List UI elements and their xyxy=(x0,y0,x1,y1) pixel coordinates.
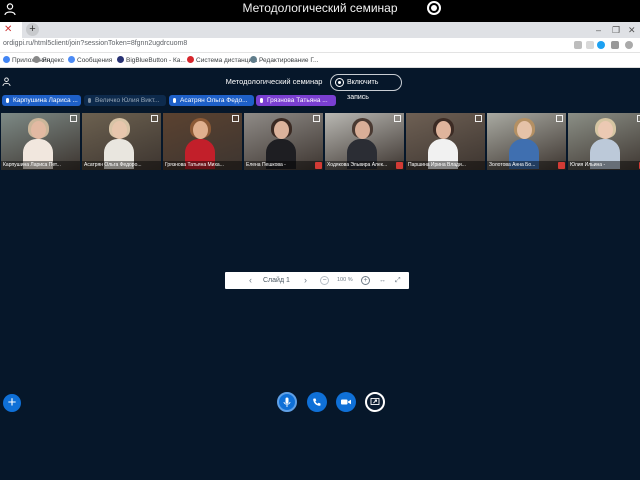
extensions-icon[interactable] xyxy=(611,41,619,49)
webcam-name-label: Ходякова Эльвира Алек... xyxy=(325,161,404,170)
participant-figure xyxy=(266,118,296,169)
presentation-toolbar: ‹ Слайд 1 › − 100 % + ↔ ⤢ xyxy=(225,272,409,289)
radio-record-icon[interactable] xyxy=(427,1,441,15)
close-icon[interactable]: ✕ xyxy=(4,24,12,35)
key-icon[interactable] xyxy=(574,41,582,49)
maximize-icon[interactable]: ❐ xyxy=(612,25,620,36)
screen-share-button[interactable] xyxy=(365,392,385,412)
webcam-name-label: Елена Пешкова - xyxy=(244,161,323,170)
browser-tab-strip: ✕ + – ❐ ✕ xyxy=(0,22,640,38)
fullscreen-icon[interactable] xyxy=(394,115,401,122)
screen-share-icon xyxy=(370,398,380,405)
meeting-app: Методологический семинар Включить запись… xyxy=(0,68,640,480)
talker-badge[interactable]: Величко Юлия Викт... xyxy=(84,95,166,106)
fullscreen-icon[interactable] xyxy=(475,115,482,122)
bookmark-icon xyxy=(33,56,40,63)
bookmark-item[interactable]: BigBlueButton - Ка... xyxy=(117,56,186,64)
participant-figure xyxy=(104,118,134,169)
fit-width-icon[interactable]: ↔ xyxy=(379,275,386,286)
fullscreen-icon[interactable]: ⤢ xyxy=(395,275,401,286)
bookmark-icon xyxy=(3,56,10,63)
record-icon xyxy=(335,78,344,87)
bookmarks-bar: Приложения Яндекс Сообщения BigBlueButto… xyxy=(0,53,640,68)
fullscreen-icon[interactable] xyxy=(70,115,77,122)
minimize-icon[interactable]: – xyxy=(596,25,601,35)
bookmark-icon xyxy=(68,56,75,63)
address-bar[interactable]: ordigpi.ru/html5client/join?sessionToken… xyxy=(0,38,640,53)
webcam-name-label: Асатрян Ольга Федоро... xyxy=(82,161,161,170)
bookmark-item[interactable]: Яндекс xyxy=(33,56,64,64)
microphone-button[interactable] xyxy=(277,392,297,412)
bookmark-item[interactable]: Редактирование Г... xyxy=(250,56,318,64)
microphone-icon xyxy=(260,98,263,103)
participant-figure xyxy=(185,118,215,169)
bookmark-item[interactable]: Система дистанци... xyxy=(187,56,258,64)
webcam-tile[interactable]: Юлия Ильина - xyxy=(568,113,640,170)
browser-tab[interactable]: ✕ xyxy=(0,22,22,38)
talker-badge[interactable]: Грязнова Татьяна ... xyxy=(256,95,336,106)
webcam-name-label: Юлия Ильина - xyxy=(568,161,640,170)
slide-selector[interactable]: Слайд 1 xyxy=(263,275,290,286)
participant-figure xyxy=(590,118,620,169)
microphone-icon xyxy=(88,98,91,103)
webcam-tile[interactable]: Асатрян Ольга Федоро... xyxy=(82,113,161,170)
app-header: Методологический семинар Включить запись xyxy=(0,68,640,101)
new-tab-button[interactable]: + xyxy=(26,23,39,36)
phone-icon xyxy=(313,398,321,406)
os-window-title: Методологический семинар xyxy=(242,1,398,15)
participant-figure xyxy=(509,118,539,169)
profile-icon[interactable] xyxy=(625,41,633,49)
zoom-in-button[interactable]: + xyxy=(361,276,370,285)
microphone-icon xyxy=(283,397,291,407)
bookmark-icon xyxy=(250,56,257,63)
star-icon[interactable] xyxy=(586,41,594,49)
talker-badge[interactable]: Карпушина Лариса ... xyxy=(2,95,81,106)
fullscreen-icon[interactable] xyxy=(151,115,158,122)
zoom-out-button[interactable]: − xyxy=(320,276,329,285)
webcam-tile[interactable]: Грязнова Татьяна Миха... xyxy=(163,113,242,170)
webcam-tile[interactable]: Ходякова Эльвира Алек... xyxy=(325,113,404,170)
extension-icon[interactable] xyxy=(597,41,605,49)
window-close-icon[interactable]: ✕ xyxy=(628,25,636,36)
chevron-left-icon[interactable]: ‹ xyxy=(249,275,252,285)
url-text[interactable]: ordigpi.ru/html5client/join?sessionToken… xyxy=(3,40,187,47)
talking-indicator-list: Карпушина Лариса ... Величко Юлия Викт..… xyxy=(0,95,640,107)
muted-microphone-icon xyxy=(315,162,322,169)
camera-icon xyxy=(341,399,351,405)
muted-microphone-icon xyxy=(558,162,565,169)
talker-badge[interactable]: Асатрян Ольга Федо... xyxy=(169,95,254,106)
webcam-tile[interactable]: Елена Пешкова - xyxy=(244,113,323,170)
chevron-right-icon[interactable]: › xyxy=(304,275,307,285)
microphone-icon xyxy=(173,98,176,103)
microphone-icon xyxy=(6,98,9,103)
fullscreen-icon[interactable] xyxy=(232,115,239,122)
meeting-title: Методологический семинар xyxy=(225,77,323,86)
webcam-tile[interactable]: Карпушина Лариса Пет... xyxy=(1,113,80,170)
webcam-tile[interactable]: Золотова Анна Бо... xyxy=(487,113,566,170)
participant-figure xyxy=(347,118,377,169)
muted-microphone-icon xyxy=(396,162,403,169)
fullscreen-icon[interactable] xyxy=(556,115,563,122)
webcam-strip: Карпушина Лариса Пет... Асатрян Ольга Фед… xyxy=(0,113,640,170)
webcam-button[interactable] xyxy=(336,392,356,412)
bookmark-icon xyxy=(117,56,124,63)
bookmark-icon xyxy=(187,56,194,63)
os-overlay-bar: Методологический семинар xyxy=(0,0,640,22)
participant-figure xyxy=(428,118,458,169)
zoom-value: 100 % xyxy=(337,277,353,283)
fullscreen-icon[interactable] xyxy=(313,115,320,122)
webcam-name-label: Золотова Анна Бо... xyxy=(487,161,566,170)
participant-figure xyxy=(23,118,53,169)
webcam-name-label: Паршина Ирина Влади... xyxy=(406,161,485,170)
webcam-tile[interactable]: Паршина Ирина Влади... xyxy=(406,113,485,170)
leave-audio-button[interactable] xyxy=(307,392,327,412)
webcam-name-label: Карпушина Лариса Пет... xyxy=(1,161,80,170)
actions-add-button[interactable]: + xyxy=(3,394,21,412)
bookmark-item[interactable]: Сообщения xyxy=(68,56,112,64)
record-button[interactable]: Включить запись xyxy=(330,74,402,101)
webcam-name-label: Грязнова Татьяна Миха... xyxy=(163,161,242,170)
